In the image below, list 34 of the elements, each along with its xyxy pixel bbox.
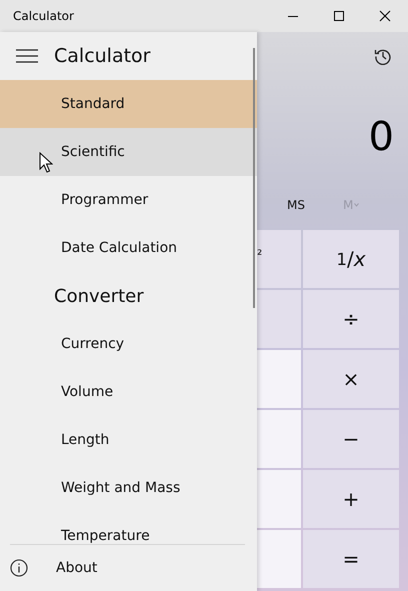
maximize-icon: [333, 10, 345, 22]
calculator-key[interactable]: =: [303, 530, 399, 588]
caret-icon: [354, 203, 360, 207]
calculator-key[interactable]: [257, 410, 301, 468]
calculator-key[interactable]: [257, 350, 301, 408]
about-link[interactable]: About: [56, 560, 98, 576]
calculator-key[interactable]: ²: [257, 230, 301, 288]
menu-item[interactable]: Programmer: [0, 176, 257, 224]
cursor-icon: [39, 152, 53, 174]
menu-item[interactable]: Length: [0, 416, 257, 464]
menu-item[interactable]: Currency: [0, 320, 257, 368]
menu-item[interactable]: Weight and Mass: [0, 464, 257, 512]
menu-title: Calculator: [54, 45, 150, 67]
calculator-key[interactable]: +: [303, 470, 399, 528]
info-icon: [10, 559, 28, 577]
menu-icon: [16, 49, 38, 63]
calculator-key[interactable]: −: [303, 410, 399, 468]
calculator-key[interactable]: ÷: [303, 290, 399, 348]
menu-item[interactable]: Standard: [0, 80, 257, 128]
window-title: Calculator: [12, 9, 75, 23]
close-icon: [379, 10, 391, 22]
history-icon[interactable]: [374, 47, 392, 65]
scrollbar[interactable]: [253, 48, 255, 308]
result-display: 0: [368, 117, 394, 157]
calculator-key[interactable]: [257, 530, 301, 588]
calculator-key[interactable]: [257, 290, 301, 348]
calculator-key[interactable]: ×: [303, 350, 399, 408]
menu-item[interactable]: Date Calculation: [0, 224, 257, 272]
menu-item[interactable]: Scientific: [0, 128, 257, 176]
menu-item[interactable]: Temperature: [0, 512, 257, 544]
memory-button[interactable]: MS: [285, 196, 307, 214]
calculator-key[interactable]: [257, 470, 301, 528]
section-heading: Converter: [53, 284, 145, 308]
menu-item[interactable]: Volume: [0, 368, 257, 416]
